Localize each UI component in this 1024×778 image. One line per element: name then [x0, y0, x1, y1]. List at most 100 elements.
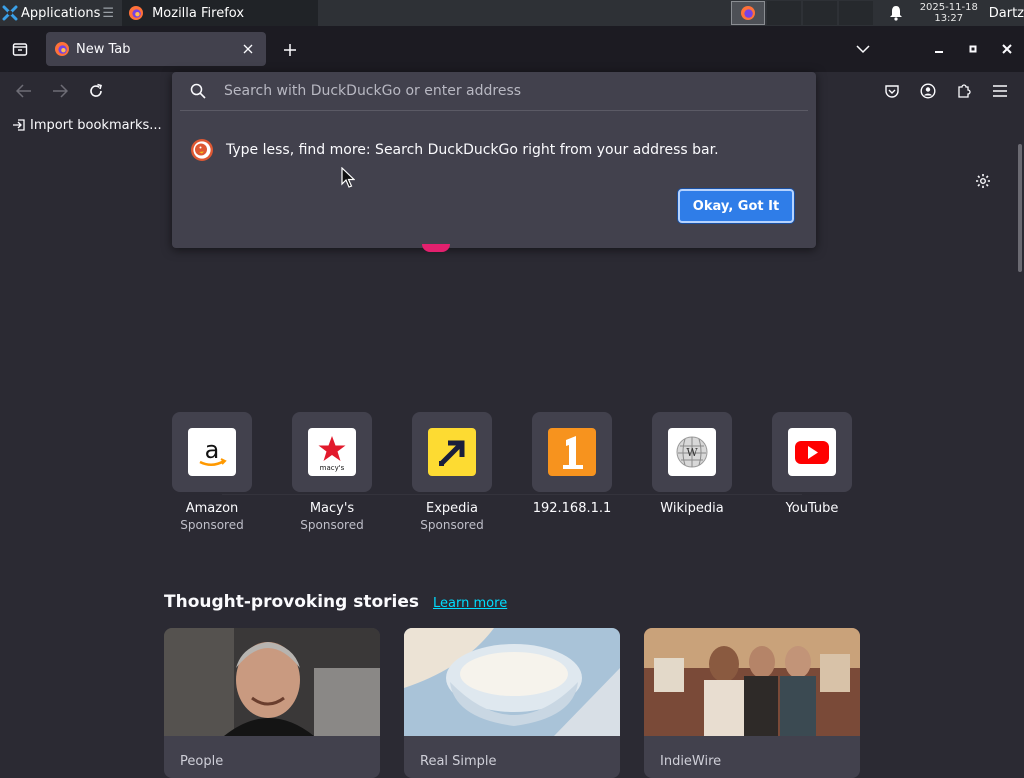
- story-source: People: [180, 754, 224, 769]
- extensions-button[interactable]: [949, 76, 979, 106]
- forward-arrow-icon: [53, 84, 68, 98]
- shortcut-name: Expedia: [426, 501, 478, 516]
- import-bookmarks-label: Import bookmarks...: [30, 117, 162, 133]
- import-bookmarks-button[interactable]: Import bookmarks...: [12, 118, 162, 133]
- shortcut-192-168-1-1[interactable]: 192.168.1.1: [532, 412, 612, 516]
- shortcut-tile: [532, 412, 612, 492]
- search-tip-text: Type less, find more: Search DuckDuckGo …: [226, 142, 719, 158]
- shortcut-youtube[interactable]: YouTube: [772, 412, 852, 516]
- clock[interactable]: 2025-11-18 13:27: [915, 2, 983, 24]
- shortcut-tile: a: [172, 412, 252, 492]
- youtube-logo-icon: [788, 428, 836, 476]
- pocket-icon: [885, 85, 899, 98]
- shortcut-tile: macy's: [292, 412, 372, 492]
- svg-text:a: a: [205, 436, 220, 464]
- logo-peek: [422, 244, 450, 252]
- chevron-down-icon: [856, 45, 870, 54]
- firefox-view-icon: [12, 43, 28, 56]
- stories-header: Thought-provoking stories Learn more: [164, 592, 507, 612]
- workspace-4[interactable]: [838, 1, 873, 25]
- search-tip: Type less, find more: Search DuckDuckGo …: [190, 138, 719, 162]
- reload-icon: [90, 83, 102, 97]
- story-card[interactable]: Real Simple: [404, 628, 620, 778]
- firefox-icon: [55, 42, 69, 56]
- address-input[interactable]: [222, 76, 786, 106]
- tab-close-icon[interactable]: [238, 39, 258, 59]
- workspace-2[interactable]: [766, 1, 801, 25]
- shortcut-tile: [412, 412, 492, 492]
- svg-text:W: W: [686, 446, 698, 459]
- forward-button[interactable]: [45, 76, 75, 106]
- applications-icon: [2, 5, 18, 21]
- sponsored-label: Sponsored: [180, 518, 244, 532]
- back-arrow-icon: [16, 84, 31, 98]
- gear-icon: [976, 174, 990, 188]
- workspace-3[interactable]: [802, 1, 837, 25]
- number-one-logo-icon: [548, 428, 596, 476]
- top-sites: a Amazon Sponsored macy's Macy's Sponsor…: [172, 412, 862, 542]
- shortcut-tile: W: [652, 412, 732, 492]
- workspace-1[interactable]: [730, 1, 765, 25]
- story-image: [404, 628, 620, 736]
- tab-strip: New Tab: [0, 26, 1024, 72]
- shortcut-name: Wikipedia: [660, 501, 724, 516]
- app-menu-button[interactable]: [985, 76, 1015, 106]
- firefox-icon: [129, 6, 144, 20]
- notifications-bell-icon[interactable]: [889, 5, 903, 21]
- shortcut-name: YouTube: [785, 501, 839, 516]
- address-bar-popup: Type less, find more: Search DuckDuckGo …: [172, 72, 816, 248]
- clock-date: 2025-11-18: [919, 2, 978, 13]
- shortcut-tile: [772, 412, 852, 492]
- learn-more-link[interactable]: Learn more: [433, 596, 507, 611]
- minimize-icon: [935, 51, 943, 53]
- story-source: Real Simple: [420, 754, 497, 769]
- shortcut-name: Amazon: [185, 501, 239, 516]
- firefox-icon: [740, 6, 755, 20]
- story-source: IndieWire: [660, 754, 722, 769]
- applications-label: Applications: [21, 5, 101, 21]
- plus-icon: [284, 44, 296, 56]
- page-settings-button[interactable]: [972, 170, 994, 192]
- back-button[interactable]: [9, 76, 39, 106]
- okay-got-it-button[interactable]: Okay, Got It: [678, 189, 794, 223]
- window-controls: [846, 26, 1024, 72]
- import-icon: [13, 119, 25, 131]
- user-name[interactable]: Dartz: [989, 6, 1024, 21]
- close-window-button[interactable]: [990, 32, 1024, 66]
- story-image: [164, 628, 380, 736]
- reload-button[interactable]: [81, 76, 111, 106]
- taskbar-window-firefox[interactable]: Mozilla Firefox: [122, 0, 319, 26]
- close-icon: [1002, 44, 1012, 54]
- page-scrollbar[interactable]: [1018, 144, 1022, 272]
- address-bar: [172, 72, 816, 110]
- firefox-view-button[interactable]: [2, 31, 38, 67]
- tab-title: New Tab: [76, 41, 131, 57]
- taskbar-window-title: Mozilla Firefox: [152, 5, 245, 21]
- tab-new-tab[interactable]: New Tab: [46, 32, 266, 66]
- stories-heading: Thought-provoking stories: [164, 592, 420, 612]
- shortcut-name: Macy's: [309, 501, 355, 516]
- shortcut-expedia[interactable]: Expedia Sponsored: [412, 412, 492, 532]
- amazon-logo-icon: a: [188, 428, 236, 476]
- shortcut-name: 192.168.1.1: [532, 501, 612, 516]
- shortcut-wikipedia[interactable]: W Wikipedia: [652, 412, 732, 516]
- wikipedia-logo-icon: W: [668, 428, 716, 476]
- hamburger-menu-icon: [993, 85, 1007, 97]
- shortcut-amazon[interactable]: a Amazon Sponsored: [172, 412, 252, 532]
- list-all-tabs-button[interactable]: [846, 32, 880, 66]
- story-card[interactable]: IndieWire: [644, 628, 860, 778]
- duckduckgo-icon: [191, 139, 213, 161]
- applications-separator-icon: ☰: [102, 5, 115, 21]
- applications-menu[interactable]: Applications ☰: [0, 0, 116, 26]
- maximize-icon: [969, 45, 977, 53]
- macys-logo-icon: macy's: [308, 428, 356, 476]
- account-button[interactable]: [913, 76, 943, 106]
- story-card[interactable]: People: [164, 628, 380, 778]
- new-tab-button[interactable]: [276, 36, 304, 64]
- clock-time: 13:27: [934, 13, 964, 24]
- story-image: [644, 628, 860, 736]
- maximize-button[interactable]: [956, 32, 990, 66]
- pocket-button[interactable]: [877, 76, 907, 106]
- minimize-button[interactable]: [922, 32, 956, 66]
- shortcut-macys[interactable]: macy's Macy's Sponsored: [292, 412, 372, 532]
